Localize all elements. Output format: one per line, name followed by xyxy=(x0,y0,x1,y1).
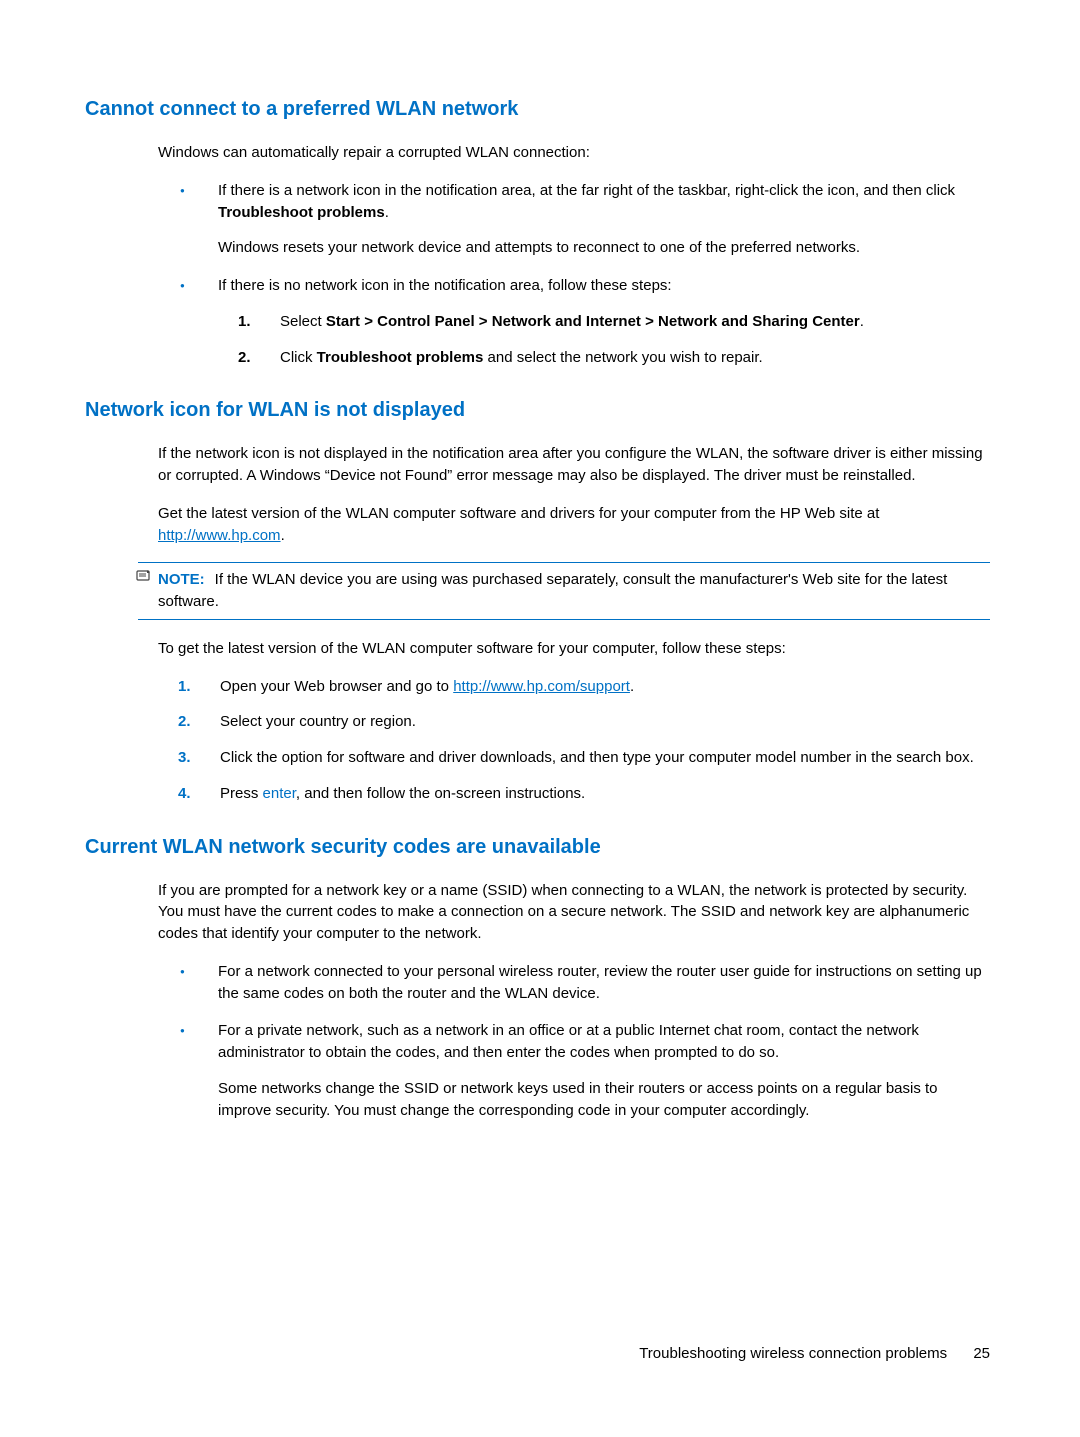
list-item: If there is a network icon in the notifi… xyxy=(158,180,990,259)
section3-bullet-list: For a network connected to your personal… xyxy=(158,961,990,1122)
bullet2-sub: Some networks change the SSID or network… xyxy=(218,1078,990,1122)
list-item: Press enter, and then follow the on-scre… xyxy=(158,783,990,805)
list-item: If there is no network icon in the notif… xyxy=(158,275,990,368)
step1-pre: Select xyxy=(280,313,326,330)
step2-pre: Click xyxy=(280,349,317,366)
hp-support-link[interactable]: http://www.hp.com/support xyxy=(453,678,630,695)
list-item: For a network connected to your personal… xyxy=(158,961,990,1005)
list-item: Click the option for software and driver… xyxy=(158,747,990,769)
bullet2-text: If there is no network icon in the notif… xyxy=(218,277,672,294)
enter-key: enter xyxy=(263,785,296,802)
note-text: If the WLAN device you are using was pur… xyxy=(158,571,947,610)
para2-post: . xyxy=(281,527,285,544)
s2-step1-post: . xyxy=(630,678,634,695)
step1-bold: Start > Control Panel > Network and Inte… xyxy=(326,313,860,330)
heading-security-codes: Current WLAN network security codes are … xyxy=(85,833,990,862)
note-label: NOTE: xyxy=(158,571,205,588)
section1-content: Windows can automatically repair a corru… xyxy=(158,142,990,368)
section3-content: If you are prompted for a network key or… xyxy=(158,880,990,1122)
note-icon xyxy=(136,568,152,582)
list-item: For a private network, such as a network… xyxy=(158,1020,990,1121)
bullet1-text-post: . xyxy=(385,204,389,221)
section2-para2: Get the latest version of the WLAN compu… xyxy=(158,503,990,547)
footer-text: Troubleshooting wireless connection prob… xyxy=(639,1345,947,1362)
section2-content: If the network icon is not displayed in … xyxy=(158,443,990,804)
para2-pre: Get the latest version of the WLAN compu… xyxy=(158,505,879,522)
list-item: Select Start > Control Panel > Network a… xyxy=(218,311,990,333)
section3-para1: If you are prompted for a network key or… xyxy=(158,880,990,945)
page-footer: Troubleshooting wireless connection prob… xyxy=(639,1343,990,1365)
note-box: NOTE:If the WLAN device you are using wa… xyxy=(138,562,990,620)
section1-steps: Select Start > Control Panel > Network a… xyxy=(218,311,990,369)
bullet2-text: For a private network, such as a network… xyxy=(218,1022,919,1061)
bullet1-bold: Troubleshoot problems xyxy=(218,204,385,221)
list-item: Click Troubleshoot problems and select t… xyxy=(218,347,990,369)
step2-bold: Troubleshoot problems xyxy=(317,349,484,366)
section2-para1: If the network icon is not displayed in … xyxy=(158,443,990,487)
bullet1-sub: Windows resets your network device and a… xyxy=(218,237,990,259)
step2-post: and select the network you wish to repai… xyxy=(483,349,762,366)
list-item: Open your Web browser and go to http://w… xyxy=(158,676,990,698)
step1-post: . xyxy=(860,313,864,330)
bullet1-text-pre: If there is a network icon in the notifi… xyxy=(218,182,955,199)
page-number: 25 xyxy=(973,1345,990,1362)
section1-bullet-list: If there is a network icon in the notifi… xyxy=(158,180,990,369)
hp-link[interactable]: http://www.hp.com xyxy=(158,527,281,544)
s2-step4-post: , and then follow the on-screen instruct… xyxy=(296,785,585,802)
s2-step1-pre: Open your Web browser and go to xyxy=(220,678,453,695)
heading-network-icon: Network icon for WLAN is not displayed xyxy=(85,396,990,425)
heading-cannot-connect: Cannot connect to a preferred WLAN netwo… xyxy=(85,95,990,124)
section1-intro: Windows can automatically repair a corru… xyxy=(158,142,990,164)
s2-step4-pre: Press xyxy=(220,785,263,802)
list-item: Select your country or region. xyxy=(158,711,990,733)
section2-steps: Open your Web browser and go to http://w… xyxy=(158,676,990,805)
section2-para3: To get the latest version of the WLAN co… xyxy=(158,638,990,660)
